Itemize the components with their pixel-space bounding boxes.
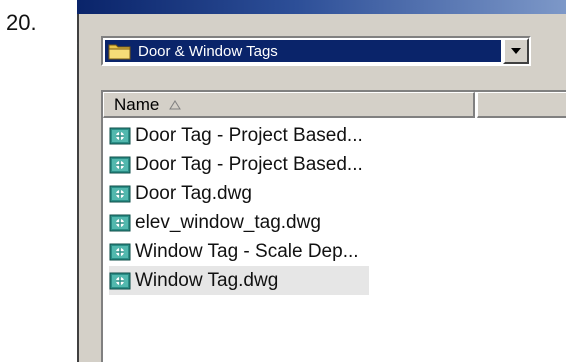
file-row[interactable]: Door Tag - Project Based...: [109, 150, 369, 179]
file-row-selected[interactable]: Window Tag.dwg: [109, 266, 369, 295]
file-name: Door Tag - Project Based...: [135, 124, 363, 146]
name-column-header[interactable]: Name: [103, 92, 475, 118]
file-row[interactable]: Window Tag - Scale Dep...: [109, 237, 369, 266]
folder-dropdown[interactable]: Door & Window Tags: [101, 36, 531, 66]
file-list: Door Tag - Project Based... Door Tag - P…: [109, 121, 369, 295]
file-list-panel[interactable]: Name Door Tag - Project Based... Door Ta…: [101, 90, 566, 362]
dwg-file-icon: [109, 272, 131, 289]
file-name: Door Tag - Project Based...: [135, 153, 363, 175]
dwg-file-icon: [109, 243, 131, 260]
chevron-down-icon: [511, 48, 521, 54]
file-name: Window Tag.dwg: [135, 269, 279, 291]
file-name: Door Tag.dwg: [135, 182, 252, 204]
folder-icon: [108, 44, 131, 60]
file-row[interactable]: elev_window_tag.dwg: [109, 208, 369, 237]
step-number: 20.: [6, 10, 37, 35]
sort-ascending-icon: [169, 99, 182, 109]
column-header-row: Name: [103, 92, 566, 118]
folder-dropdown-value: Door & Window Tags: [138, 42, 278, 60]
title-bar[interactable]: [77, 0, 566, 14]
next-column-header[interactable]: [477, 92, 566, 118]
file-row[interactable]: Door Tag - Project Based...: [109, 121, 369, 150]
dwg-file-icon: [109, 214, 131, 231]
dwg-file-icon: [109, 127, 131, 144]
dwg-file-icon: [109, 185, 131, 202]
dropdown-button[interactable]: [503, 38, 529, 64]
file-row[interactable]: Door Tag.dwg: [109, 179, 369, 208]
file-name: Window Tag - Scale Dep...: [135, 240, 359, 262]
dwg-file-icon: [109, 156, 131, 173]
toolbar-separator: :: [77, 38, 79, 56]
design-center-window: : Door & Window Tags Name: [77, 0, 566, 362]
file-name: elev_window_tag.dwg: [135, 211, 321, 233]
folder-dropdown-selection[interactable]: Door & Window Tags: [105, 40, 501, 62]
name-column-label: Name: [114, 94, 160, 114]
